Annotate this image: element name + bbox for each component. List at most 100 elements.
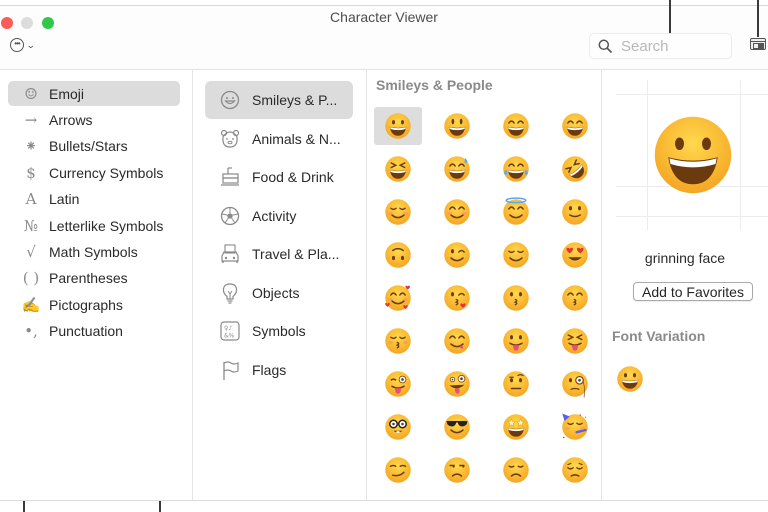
emoji-disappointed-face[interactable] (492, 451, 540, 489)
category-label: Punctuation (49, 323, 123, 340)
category-item-parentheses[interactable]: ( ) Parentheses (8, 266, 180, 291)
emoji-kissing-face-with-closed-eyes[interactable] (374, 322, 422, 360)
category-item-punctuation[interactable]: •, Punctuation (8, 319, 180, 344)
category-icon: → (24, 110, 38, 129)
emoji-winking-face[interactable] (433, 236, 481, 274)
grin-smile-face-icon (503, 113, 529, 139)
subcategory-item-activity[interactable]: Activity (205, 197, 353, 235)
character-preview (616, 80, 768, 230)
emoji-slightly-smiling-face[interactable] (551, 193, 599, 231)
smiley-icon (218, 88, 242, 112)
category-icon: ☺ (24, 84, 38, 103)
category-item-bullets-stars[interactable]: ⁕ Bullets/Stars (8, 134, 180, 159)
emoji-rolling-on-the-floor-laughing[interactable] (551, 150, 599, 188)
grin-face-icon (385, 113, 411, 139)
subcategory-item-symbols[interactable]: ♀♪ &% Symbols (205, 312, 353, 350)
tongue-wink-face-icon (385, 371, 411, 397)
emoji-smiling-face-with-heart-eyes[interactable] (551, 236, 599, 274)
emoji-nerd-face[interactable] (374, 408, 422, 446)
emoji-smiling-face-with-halo[interactable] (492, 193, 540, 231)
emoji-smiling-face-with-smiling-eyes[interactable] (433, 193, 481, 231)
party-face-icon (562, 413, 588, 440)
category-item-arrows[interactable]: → Arrows (8, 107, 180, 132)
annotation-line (757, 0, 759, 37)
subcategory-item-animals-n[interactable]: Animals & N... (205, 120, 353, 158)
emoji-grinning-face-with-smiling-eyes[interactable] (492, 107, 540, 145)
window-title: Character Viewer (330, 9, 438, 25)
category-icon: A (25, 190, 37, 209)
character-name: grinning face (644, 250, 726, 266)
emoji-smirking-face[interactable] (374, 451, 422, 489)
rofl-face-icon (562, 156, 588, 182)
emoji-relieved-face[interactable] (492, 236, 540, 274)
emoji-smiling-face-with-hearts[interactable] (374, 279, 422, 317)
category-icon: ( ) (22, 269, 40, 288)
section-title: Smileys & People (376, 77, 493, 93)
category-item-letterlike-symbols[interactable]: № Letterlike Symbols (8, 213, 180, 238)
category-icon: √ (26, 242, 36, 261)
category-label: Pictographs (49, 296, 123, 313)
category-sidebar: ☺ Emoji → Arrows ⁕ Bullets/Stars $ Currency Sym… (0, 70, 193, 501)
search-icon (598, 39, 612, 53)
emoji-unamused-face[interactable] (433, 451, 481, 489)
emoji-partying-face[interactable] (551, 408, 599, 446)
emoji-face-with-tongue[interactable] (492, 322, 540, 360)
emoji-winking-face-with-tongue[interactable] (374, 365, 422, 403)
emoji-grinning-squinting-face[interactable] (374, 150, 422, 188)
category-icon: ✍ (21, 295, 41, 314)
emoji-squinting-face-with-tongue[interactable] (551, 322, 599, 360)
category-item-latin[interactable]: A Latin (8, 187, 180, 212)
emoji-face-savoring-food[interactable] (433, 322, 481, 360)
guide-line (616, 216, 768, 217)
squint-face-icon (385, 156, 411, 182)
category-label: Currency Symbols (49, 164, 164, 181)
category-item-pictographs[interactable]: ✍ Pictographs (8, 292, 180, 317)
emoji-grid (374, 107, 610, 494)
subcategory-item-food-drink[interactable]: Food & Drink (205, 158, 353, 196)
emoji-grinning-face-with-sweat[interactable] (433, 150, 481, 188)
font-variation-grinning-face[interactable] (615, 364, 645, 394)
ellipsis-circle-icon: ••• (10, 38, 24, 52)
category-item-emoji[interactable]: ☺ Emoji (8, 81, 180, 106)
subcategory-item-smileys-p[interactable]: Smileys & P... (205, 81, 353, 119)
beam-face-icon (562, 113, 588, 139)
cake-icon (218, 165, 242, 189)
subcategory-label: Activity (252, 207, 297, 224)
emoji-grinning-face-with-big-eyes[interactable] (433, 107, 481, 145)
blowkiss-face-icon (444, 285, 470, 311)
emoji-kissing-face[interactable] (492, 279, 540, 317)
subcategory-item-flags[interactable]: Flags (205, 351, 353, 389)
emoji-kissing-face-with-smiling-eyes[interactable] (551, 279, 599, 317)
emoji-face-with-tears-of-joy[interactable] (492, 150, 540, 188)
svg-text:&%: &% (224, 333, 235, 340)
category-item-math-symbols[interactable]: √ Math Symbols (8, 239, 180, 264)
emoji-beaming-face-with-smiling-eyes[interactable] (551, 107, 599, 145)
emoji-smiling-face-with-sunglasses[interactable] (433, 408, 481, 446)
emoji-grinning-face[interactable] (374, 107, 422, 145)
search-field[interactable] (589, 33, 732, 59)
grinning-face-preview (654, 116, 732, 194)
emoji-face-with-raised-eyebrow[interactable] (492, 365, 540, 403)
add-to-favorites-button[interactable]: Add to Favorites (633, 282, 753, 301)
emoji-zany-face[interactable] (433, 365, 481, 403)
emoji-face-blowing-a-kiss[interactable] (433, 279, 481, 317)
emoji-face-with-monocle[interactable] (551, 365, 599, 403)
more-options-button[interactable]: ••• ⌄ (10, 38, 36, 52)
compact-view-icon[interactable] (750, 38, 766, 50)
relieved-face-icon (503, 242, 529, 268)
subcategory-item-travel-pla[interactable]: Travel & Pla... (205, 235, 353, 273)
halo-face-icon (503, 197, 529, 225)
search-input[interactable] (621, 37, 721, 55)
subcategory-label: Flags (252, 361, 287, 378)
subcategory-item-objects[interactable]: Objects (205, 274, 353, 312)
kiss-face-icon (503, 285, 529, 311)
subcategory-label: Animals & N... (252, 130, 341, 147)
emoji-smiling-face[interactable] (374, 193, 422, 231)
emoji-upside-down-face[interactable] (374, 236, 422, 274)
symbols-icon: ♀♪ &% (218, 319, 242, 343)
category-item-currency-symbols[interactable]: $ Currency Symbols (8, 160, 180, 185)
kiss-closed-face-icon (385, 328, 411, 354)
zany-face-icon (444, 371, 470, 397)
emoji-pensive-face[interactable] (551, 451, 599, 489)
emoji-star-struck[interactable] (492, 408, 540, 446)
